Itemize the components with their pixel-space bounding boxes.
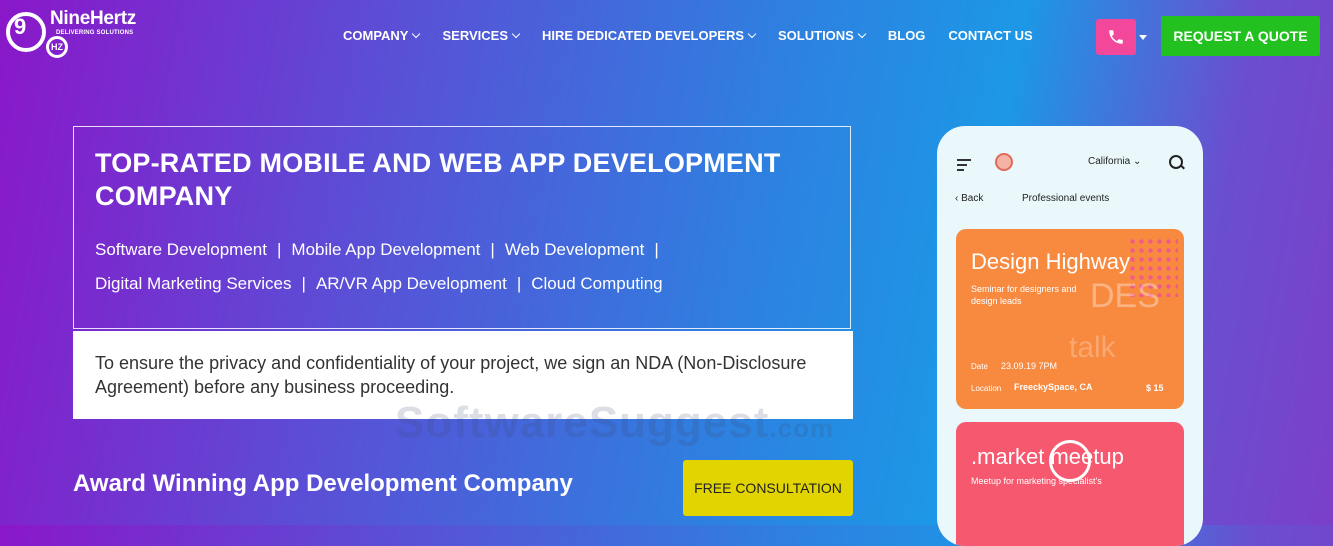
nav-label: COMPANY: [343, 28, 409, 43]
event-card: .market meetup Meetup for marketing spec…: [956, 422, 1184, 546]
separator: |: [654, 240, 659, 259]
chevron-down-icon: [747, 29, 757, 39]
back-link: ‹ Back: [955, 193, 984, 204]
service-link[interactable]: Cloud Computing: [531, 274, 662, 293]
nav-services[interactable]: SERVICES: [442, 28, 521, 43]
avatar: [995, 153, 1013, 171]
nav-label: CONTACT US: [948, 28, 1033, 43]
nav-label: SERVICES: [442, 28, 508, 43]
event-title: .market meetup: [971, 444, 1124, 469]
nav-company[interactable]: COMPANY: [343, 28, 421, 43]
event-price: $ 15: [1146, 383, 1164, 393]
card-bg-text: DES: [1090, 277, 1160, 315]
separator: |: [490, 240, 495, 259]
nav-label: HIRE DEDICATED DEVELOPERS: [542, 28, 745, 43]
watermark-text: SoftwareSuggest: [395, 398, 770, 447]
nav-contact-us[interactable]: CONTACT US: [948, 28, 1032, 43]
service-link[interactable]: Web Development: [505, 240, 645, 259]
event-title: Design Highway: [971, 249, 1130, 274]
service-link[interactable]: Software Development: [95, 240, 267, 259]
event-location: FreeckySpace, CA: [1014, 382, 1093, 392]
search-icon: [1169, 155, 1183, 169]
location-label: California: [1088, 156, 1131, 167]
chevron-down-icon: [511, 29, 521, 39]
location-select: California ⌄: [1088, 156, 1142, 167]
service-link[interactable]: Mobile App Development: [291, 240, 480, 259]
location-label: Location: [971, 384, 1002, 393]
separator: |: [301, 274, 306, 293]
award-heading: Award Winning App Development Company: [73, 470, 573, 497]
free-consultation-button[interactable]: FREE CONSULTATION: [683, 460, 853, 516]
event-subtitle: Meetup for marketing specialist's: [971, 476, 1102, 486]
date-label: Date: [971, 362, 988, 371]
nav-blog[interactable]: BLOG: [888, 28, 926, 43]
card-bg-text: talk: [1069, 331, 1116, 364]
menu-icon: [957, 159, 971, 174]
separator: |: [276, 240, 282, 259]
chevron-down-icon: [857, 29, 867, 39]
request-quote-button[interactable]: REQUEST A QUOTE: [1161, 16, 1320, 56]
nav-label: BLOG: [887, 28, 926, 43]
phone-mockup: California ⌄ ‹ Back Professional events …: [937, 126, 1203, 546]
nav-hire-developers[interactable]: HIRE DEDICATED DEVELOPERS: [542, 28, 757, 43]
logo-badge: HZ: [46, 36, 68, 58]
screen-header: Professional events: [1022, 193, 1110, 204]
chevron-down-icon: [412, 29, 421, 39]
nav-label: SOLUTIONS: [778, 28, 854, 43]
hero-card: TOP-RATED MOBILE AND WEB APP DEVELOPMENT…: [73, 126, 851, 329]
phone-button[interactable]: [1096, 19, 1136, 55]
separator: |: [516, 274, 522, 293]
service-link[interactable]: AR/VR App Development: [316, 274, 507, 293]
main-nav: COMPANY SERVICES HIRE DEDICATED DEVELOPE…: [343, 28, 1056, 43]
caret-down-icon[interactable]: [1139, 35, 1147, 40]
nav-solutions[interactable]: SOLUTIONS: [778, 28, 867, 43]
event-card: DES Design Highway Seminar for designers…: [956, 229, 1184, 409]
watermark: SoftwareSuggest.com: [395, 398, 834, 448]
hero-title: TOP-RATED MOBILE AND WEB APP DEVELOPMENT…: [95, 148, 781, 211]
event-date: 23.09.19 7PM: [1001, 361, 1058, 371]
logo-mark: 9: [14, 14, 27, 39]
brand-name: NineHertz: [50, 8, 136, 29]
brand-logo[interactable]: 9 HZ NineHertz DELIVERING SOLUTIONS: [6, 8, 156, 58]
watermark-suffix: .com: [769, 413, 835, 443]
services-list: Software Development | Mobile App Developm…: [95, 233, 835, 301]
event-subtitle: Seminar for designers and design leads: [971, 284, 1077, 306]
back-label: Back: [961, 193, 984, 204]
brand-tagline: DELIVERING SOLUTIONS: [56, 30, 134, 36]
service-link[interactable]: Digital Marketing Services: [95, 274, 292, 293]
phone-icon: [1109, 30, 1123, 44]
